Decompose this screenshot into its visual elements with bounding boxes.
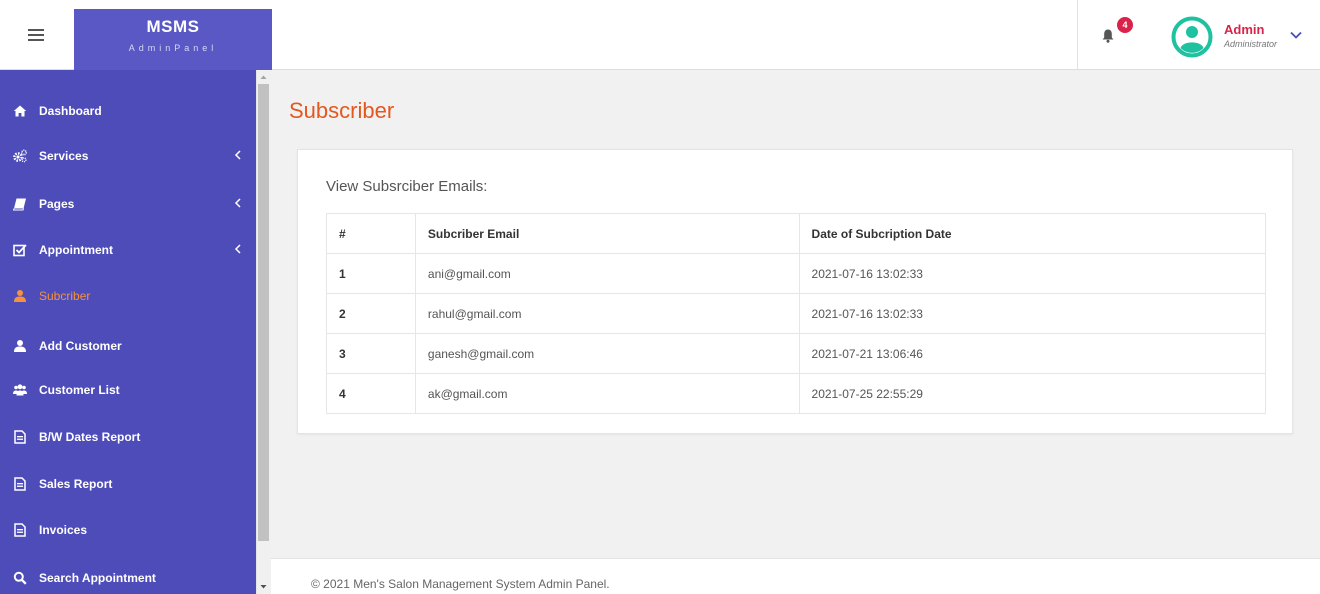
- sidebar-item-services[interactable]: Services: [0, 136, 256, 176]
- sidebar-item-label: Appointment: [39, 243, 113, 257]
- sidebar-scrollbar-thumb[interactable]: [258, 84, 269, 541]
- subscriber-card: View Subsrciber Emails: # Subcriber Emai…: [297, 149, 1293, 434]
- row-number: 1: [326, 253, 416, 294]
- sidebar-item-label: Dashboard: [39, 104, 102, 118]
- chevron-down-icon[interactable]: [1289, 28, 1303, 42]
- bell-icon[interactable]: [1100, 28, 1116, 44]
- row-email: ak@gmail.com: [414, 373, 800, 414]
- file-icon: [14, 430, 26, 444]
- avatar-icon[interactable]: [1171, 16, 1213, 58]
- sidebar-item-search-appointment[interactable]: Search Appointment: [0, 558, 256, 594]
- chevron-left-icon: [234, 198, 241, 208]
- row-date: 2021-07-21 13:06:46: [798, 333, 1267, 374]
- sidebar-item-bw-dates-report[interactable]: B/W Dates Report: [0, 417, 256, 457]
- scroll-up-arrow-icon[interactable]: [258, 72, 269, 82]
- sidebar: Dashboard Services Pages Appointment Sub…: [0, 70, 256, 594]
- row-date: 2021-07-25 22:55:29: [798, 373, 1267, 414]
- sidebar-item-label: Pages: [39, 197, 75, 211]
- column-header-date: Date of Subcription Date: [798, 213, 1267, 254]
- sidebar-item-label: B/W Dates Report: [39, 430, 141, 444]
- sidebar-item-sales-report[interactable]: Sales Report: [0, 464, 256, 504]
- file-icon: [14, 523, 26, 537]
- search-icon: [13, 571, 27, 585]
- row-email: rahul@gmail.com: [414, 293, 800, 334]
- book-icon: [13, 198, 26, 211]
- checkbox-icon: [13, 244, 27, 257]
- sidebar-item-label: Invoices: [39, 523, 88, 537]
- sidebar-item-label: Services: [39, 149, 89, 163]
- brand-subtitle: AdminPanel: [128, 43, 218, 53]
- top-divider: [1077, 0, 1078, 70]
- brand-name: MSMS: [146, 17, 200, 36]
- user-icon: [14, 290, 26, 302]
- users-icon: [13, 384, 27, 396]
- sidebar-item-pages[interactable]: Pages: [0, 184, 256, 224]
- row-date: 2021-07-16 13:02:33: [798, 293, 1267, 334]
- sidebar-item-label: Customer List: [39, 383, 120, 397]
- subscriber-table: # Subcriber Email Date of Subcription Da…: [326, 213, 1267, 414]
- column-header-email: Subcriber Email: [414, 213, 800, 254]
- notification-badge: 4: [1117, 17, 1133, 33]
- table-row: 3 ganesh@gmail.com 2021-07-21 13:06:46: [326, 333, 1267, 374]
- row-date: 2021-07-16 13:02:33: [798, 253, 1267, 294]
- row-number: 3: [326, 333, 416, 374]
- chevron-left-icon: [234, 150, 241, 160]
- sidebar-item-customer-list[interactable]: Customer List: [0, 370, 256, 410]
- sidebar-item-add-customer[interactable]: Add Customer: [0, 326, 256, 366]
- sidebar-item-label: Subcriber: [39, 289, 91, 303]
- user-icon: [14, 340, 26, 352]
- footer-text: © 2021 Men's Salon Management System Adm…: [311, 577, 610, 591]
- sidebar-item-label: Add Customer: [39, 339, 122, 353]
- card-title: View Subsrciber Emails:: [326, 178, 488, 195]
- column-header-number: #: [326, 213, 416, 254]
- brand-logo[interactable]: MSMS AdminPanel: [74, 9, 272, 70]
- table-row: 1 ani@gmail.com 2021-07-16 13:02:33: [326, 253, 1267, 294]
- sidebar-item-subcriber[interactable]: Subcriber: [0, 276, 256, 316]
- table-header-row: # Subcriber Email Date of Subcription Da…: [326, 213, 1267, 254]
- file-icon: [14, 477, 26, 491]
- menu-toggle-button[interactable]: [10, 20, 62, 50]
- row-email: ani@gmail.com: [414, 253, 800, 294]
- hamburger-icon: [28, 29, 44, 41]
- sidebar-item-label: Sales Report: [39, 477, 113, 491]
- sidebar-item-appointment[interactable]: Appointment: [0, 230, 256, 270]
- home-icon: [13, 105, 27, 117]
- table-row: 4 ak@gmail.com 2021-07-25 22:55:29: [326, 373, 1267, 414]
- page-title: Subscriber: [289, 98, 395, 123]
- gears-icon: [13, 149, 27, 163]
- chevron-left-icon: [234, 244, 241, 254]
- row-email: ganesh@gmail.com: [414, 333, 800, 374]
- sidebar-item-dashboard[interactable]: Dashboard: [0, 91, 256, 131]
- scroll-down-arrow-icon[interactable]: [258, 582, 269, 592]
- user-name[interactable]: Admin: [1224, 22, 1264, 37]
- row-number: 4: [326, 373, 416, 414]
- top-bar: MSMS AdminPanel 4 Admin Administrator: [0, 0, 1320, 70]
- user-role: Administrator: [1224, 39, 1278, 49]
- sidebar-item-invoices[interactable]: Invoices: [0, 510, 256, 550]
- table-row: 2 rahul@gmail.com 2021-07-16 13:02:33: [326, 293, 1267, 334]
- row-number: 2: [326, 293, 416, 334]
- sidebar-item-label: Search Appointment: [39, 571, 156, 585]
